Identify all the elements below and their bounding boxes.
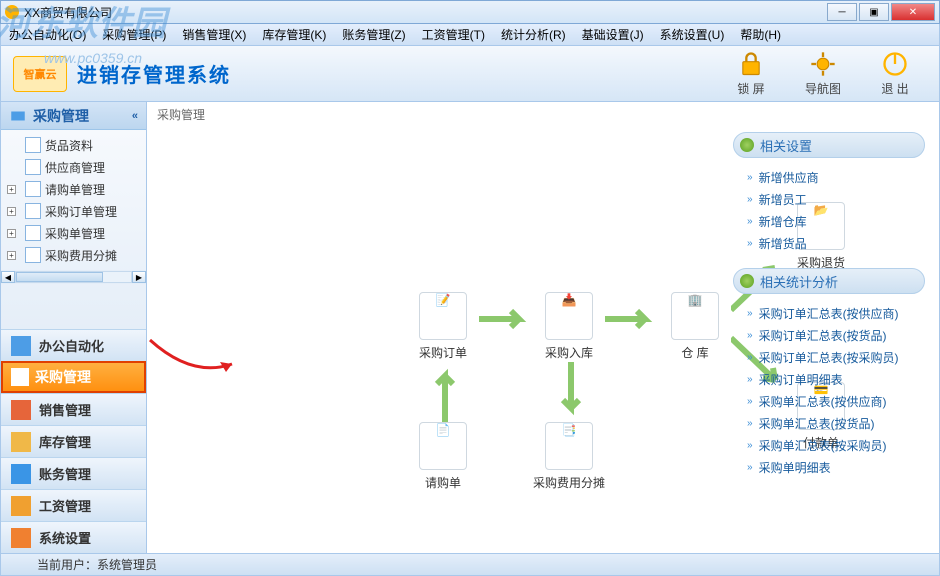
window-title: XX商贸有限公司 [24, 4, 112, 21]
tree-item[interactable]: +采购费用分摊 [1, 244, 146, 266]
close-button[interactable]: ✕ [891, 3, 935, 21]
nav-button[interactable]: 导航图 [805, 50, 841, 97]
flow-node-warehouse[interactable]: 🏢仓 库 [659, 292, 731, 361]
tree-item[interactable]: +采购订单管理 [1, 200, 146, 222]
chevron-down-icon: « [132, 110, 138, 122]
menu-item[interactable]: 采购管理(P) [94, 26, 174, 43]
doc-icon [25, 137, 41, 153]
menu-item[interactable]: 工资管理(T) [414, 26, 493, 43]
warehouse-icon: 🏢 [671, 292, 719, 340]
titlebar: XX商贸有限公司 ─ ▣ ✕ [0, 0, 940, 24]
arrow-icon [559, 362, 583, 422]
report-link[interactable]: »采购单汇总表(按供应商) [733, 390, 925, 412]
menu-item[interactable]: 统计分析(R) [493, 26, 574, 43]
expand-icon[interactable]: + [7, 207, 16, 216]
maximize-button[interactable]: ▣ [859, 3, 889, 21]
expand-icon[interactable]: + [7, 229, 16, 238]
accordion-item[interactable]: 系统设置 [1, 521, 146, 553]
app-icon [5, 5, 19, 19]
module-icon [11, 368, 29, 386]
flow-node-inbound[interactable]: 📥采购入库 [533, 292, 605, 361]
expand-icon[interactable]: + [7, 185, 16, 194]
accordion-item[interactable]: 办公自动化 [1, 329, 146, 361]
inbound-icon: 📥 [545, 292, 593, 340]
menu-item[interactable]: 销售管理(X) [174, 26, 254, 43]
status-user: 系统管理员 [97, 556, 157, 573]
status-label: 当前用户： [37, 556, 97, 573]
request-icon: 📄 [419, 422, 467, 470]
menu-item[interactable]: 基础设置(J) [574, 26, 652, 43]
tree-item[interactable]: 货品资料 [1, 134, 146, 156]
menubar: 办公自动化(O) 采购管理(P) 销售管理(X) 库存管理(K) 账务管理(Z)… [0, 24, 940, 46]
content-area: 采购管理 📝采购订单 📥采购入库 🏢仓 库 📂采购退货 💳付款单 📄请购单 📑采… [147, 102, 939, 553]
group-header: 相关统计分析 [733, 268, 925, 294]
minimize-button[interactable]: ─ [827, 3, 857, 21]
right-panel: 相关设置 »新增供应商 »新增员工 »新增仓库 »新增货品 相关统计分析 »采购… [733, 132, 925, 478]
quick-link[interactable]: »新增供应商 [733, 166, 925, 188]
tree-scrollbar[interactable]: ◀ ▶ [1, 270, 146, 284]
report-link[interactable]: »采购订单明细表 [733, 368, 925, 390]
sidebar-tree: 货品资料 供应商管理 +请购单管理 +采购订单管理 +采购单管理 +采购费用分摊… [1, 130, 146, 329]
sidebar-header[interactable]: 采购管理 « [1, 102, 146, 130]
cart-icon [9, 107, 27, 125]
doc-icon [25, 225, 41, 241]
report-link[interactable]: »采购单汇总表(按货品) [733, 412, 925, 434]
watermark-url: www.pc0359.cn [44, 50, 142, 66]
flow-node-cost[interactable]: 📑采购费用分摊 [533, 422, 605, 491]
report-link[interactable]: »采购单汇总表(按采购员) [733, 434, 925, 456]
menu-item[interactable]: 办公自动化(O) [1, 26, 94, 43]
quick-link[interactable]: »新增仓库 [733, 210, 925, 232]
expand-icon[interactable]: + [7, 251, 16, 260]
quick-link[interactable]: »新增员工 [733, 188, 925, 210]
lock-button[interactable]: 锁 屏 [737, 50, 765, 97]
accordion-item[interactable]: 销售管理 [1, 393, 146, 425]
accordion-item[interactable]: 工资管理 [1, 489, 146, 521]
report-link[interactable]: »采购订单汇总表(按采购员) [733, 346, 925, 368]
flow-node-order[interactable]: 📝采购订单 [407, 292, 479, 361]
menu-item[interactable]: 库存管理(K) [254, 26, 334, 43]
module-icon [11, 464, 31, 484]
gear-icon [809, 50, 837, 78]
doc-icon [25, 181, 41, 197]
report-link[interactable]: »采购单明细表 [733, 456, 925, 478]
flow-node-request[interactable]: 📄请购单 [407, 422, 479, 491]
sidebar: 采购管理 « 货品资料 供应商管理 +请购单管理 +采购订单管理 +采购单管理 … [1, 102, 147, 553]
module-icon [11, 496, 31, 516]
exit-button[interactable]: 退 出 [881, 50, 909, 97]
menu-item[interactable]: 系统设置(U) [652, 26, 733, 43]
arrow-icon [479, 307, 533, 331]
arrow-icon [433, 362, 457, 422]
scroll-left-icon[interactable]: ◀ [1, 271, 15, 283]
tree-item[interactable]: +请购单管理 [1, 178, 146, 200]
accordion-item-active[interactable]: 采购管理 [1, 361, 146, 393]
accordion-item[interactable]: 账务管理 [1, 457, 146, 489]
group-header: 相关设置 [733, 132, 925, 158]
menu-item[interactable]: 账务管理(Z) [334, 26, 413, 43]
doc-icon [25, 247, 41, 263]
menu-item[interactable]: 帮助(H) [732, 26, 789, 43]
scroll-right-icon[interactable]: ▶ [132, 271, 146, 283]
breadcrumb: 采购管理 [147, 102, 939, 124]
quick-link[interactable]: »新增货品 [733, 232, 925, 254]
report-link[interactable]: »采购订单汇总表(按货品) [733, 324, 925, 346]
module-icon [11, 528, 31, 548]
tree-item[interactable]: +采购单管理 [1, 222, 146, 244]
module-icon [11, 432, 31, 452]
module-icon [11, 400, 31, 420]
doc-icon [25, 159, 41, 175]
order-icon: 📝 [419, 292, 467, 340]
cost-icon: 📑 [545, 422, 593, 470]
tree-item[interactable]: 供应商管理 [1, 156, 146, 178]
doc-icon [25, 203, 41, 219]
report-link[interactable]: »采购订单汇总表(按供应商) [733, 302, 925, 324]
lock-icon [737, 50, 765, 78]
power-icon [881, 50, 909, 78]
accordion-item[interactable]: 库存管理 [1, 425, 146, 457]
module-icon [11, 336, 31, 356]
arrow-icon [605, 307, 659, 331]
